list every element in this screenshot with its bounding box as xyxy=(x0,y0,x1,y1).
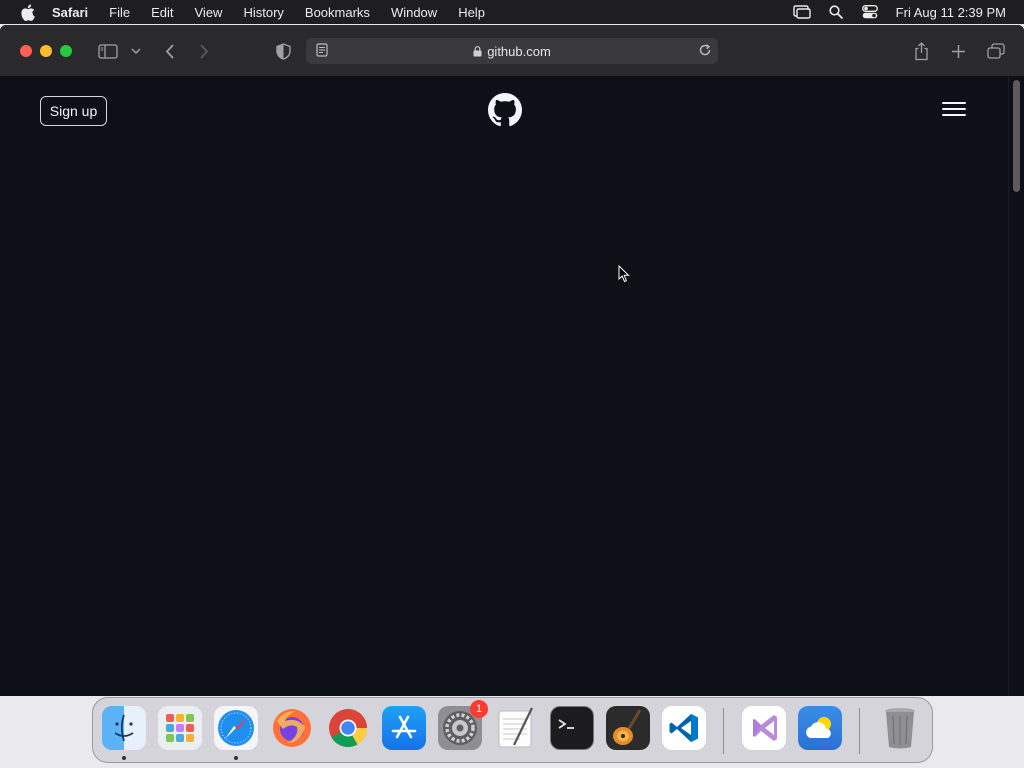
lock-icon xyxy=(473,45,482,57)
vscode-icon[interactable] xyxy=(662,706,706,750)
finder-icon[interactable] xyxy=(102,706,146,750)
page-scrollbar[interactable] xyxy=(1008,77,1024,696)
menu-file[interactable]: File xyxy=(109,5,130,20)
address-bar[interactable]: github.com xyxy=(306,38,718,64)
safari-icon[interactable] xyxy=(214,706,258,750)
apple-menu-icon[interactable] xyxy=(18,3,36,21)
reader-view-icon[interactable] xyxy=(316,43,328,60)
new-tab-icon[interactable] xyxy=(949,41,967,61)
menu-app-name[interactable]: Safari xyxy=(52,5,88,20)
chevron-down-icon[interactable] xyxy=(130,41,142,61)
browser-toolbar: github.com xyxy=(0,25,1024,77)
dock-separator-trash xyxy=(859,708,860,754)
menu-edit[interactable]: Edit xyxy=(151,5,173,20)
finder-running-indicator xyxy=(122,756,126,760)
github-logo-icon[interactable] xyxy=(488,93,522,127)
menu-bookmarks[interactable]: Bookmarks xyxy=(305,5,370,20)
safari-running-indicator xyxy=(234,756,238,760)
weather-icon[interactable] xyxy=(798,706,842,750)
safari-window: github.com Sign up xyxy=(0,25,1024,696)
visual-studio-icon[interactable] xyxy=(742,706,786,750)
web-page: Sign up xyxy=(0,77,1024,696)
menu-help[interactable]: Help xyxy=(458,5,485,20)
tab-overview-icon[interactable] xyxy=(986,41,1006,61)
settings-icon[interactable]: 1 xyxy=(438,700,488,750)
textedit-icon[interactable] xyxy=(494,706,538,750)
reload-icon[interactable] xyxy=(698,43,712,60)
url-text[interactable]: github.com xyxy=(487,44,551,59)
menu-bar: Safari File Edit View History Bookmarks … xyxy=(0,0,1024,24)
settings-badge: 1 xyxy=(470,700,488,718)
back-arrow-icon[interactable] xyxy=(162,41,176,61)
menu-history[interactable]: History xyxy=(243,5,283,20)
dock-separator xyxy=(723,708,724,754)
menu-clock[interactable]: Fri Aug 11 2:39 PM xyxy=(896,5,1006,20)
share-icon[interactable] xyxy=(912,41,930,61)
terminal-icon[interactable] xyxy=(550,706,594,750)
trash-icon[interactable] xyxy=(878,706,922,750)
screen-mirroring-icon[interactable] xyxy=(792,4,812,20)
firefox-icon[interactable] xyxy=(270,706,314,750)
privacy-shield-icon[interactable] xyxy=(274,41,292,61)
sign-up-button[interactable]: Sign up xyxy=(40,96,107,126)
window-close-button[interactable] xyxy=(20,45,32,57)
mouse-pointer-icon xyxy=(618,264,630,288)
forward-arrow-icon[interactable] xyxy=(197,41,211,61)
menu-view[interactable]: View xyxy=(195,5,223,20)
window-minimize-button[interactable] xyxy=(40,45,52,57)
app-store-icon[interactable] xyxy=(382,706,426,750)
control-center-icon[interactable] xyxy=(860,4,880,20)
scrollbar-thumb[interactable] xyxy=(1013,80,1020,192)
window-maximize-button[interactable] xyxy=(60,45,72,57)
hamburger-menu-icon[interactable] xyxy=(942,102,966,120)
launchpad-icon[interactable] xyxy=(158,706,202,750)
dock: 1 xyxy=(92,697,933,763)
chrome-icon[interactable] xyxy=(326,706,370,750)
spotlight-search-icon[interactable] xyxy=(826,4,846,20)
garageband-icon[interactable] xyxy=(606,706,650,750)
sidebar-toggle-icon[interactable] xyxy=(97,41,119,61)
menu-window[interactable]: Window xyxy=(391,5,437,20)
